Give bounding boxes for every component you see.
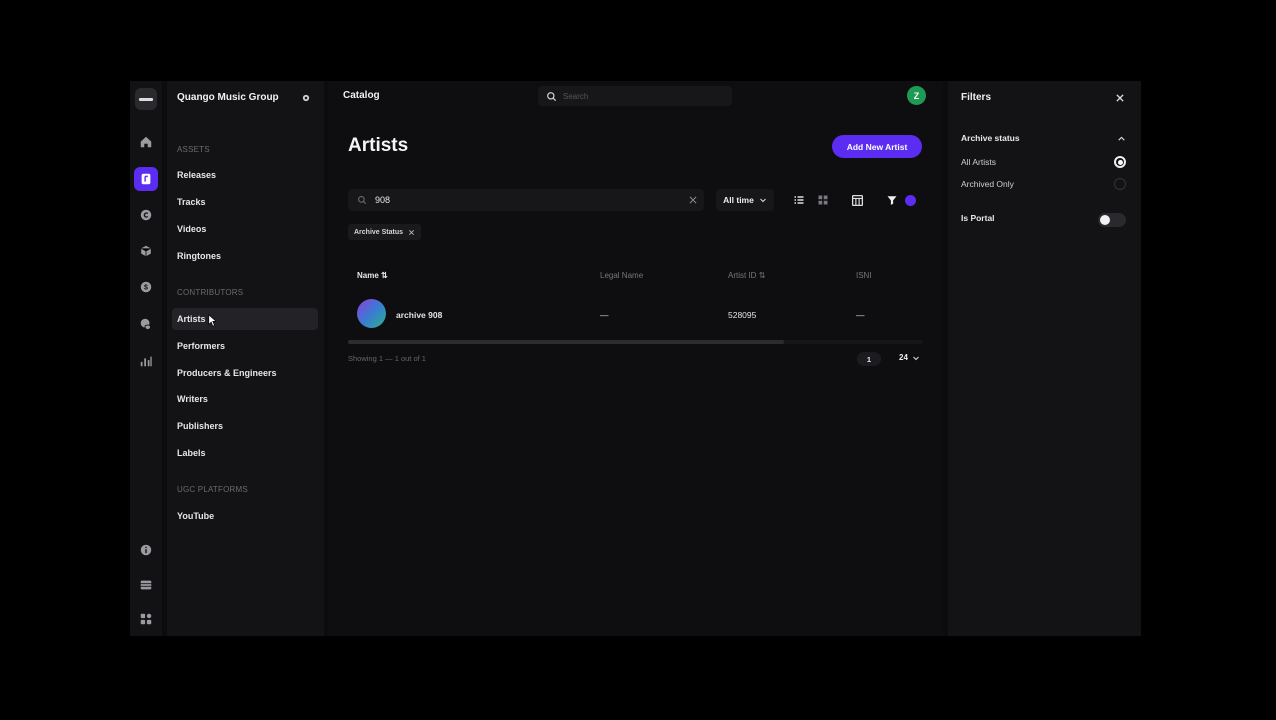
icon-rail: $ bbox=[130, 81, 162, 636]
info-icon[interactable] bbox=[134, 538, 158, 562]
sidebar: Quango Music Group ASSETS Releases Track… bbox=[167, 81, 324, 636]
main-content: Catalog Z Artists Add New Artist All tim… bbox=[328, 81, 943, 636]
add-new-artist-button[interactable]: Add New Artist bbox=[832, 135, 922, 158]
close-icon[interactable] bbox=[408, 229, 415, 236]
artist-avatar bbox=[357, 299, 386, 328]
list-icon bbox=[794, 196, 804, 204]
filters-panel: Filters Archive status All Artists Archi… bbox=[948, 81, 1141, 636]
grid-icon bbox=[818, 195, 828, 205]
shield-icon[interactable] bbox=[134, 312, 158, 336]
pagination-page[interactable]: 1 bbox=[857, 352, 881, 366]
chevron-up-icon[interactable] bbox=[1117, 134, 1126, 143]
radio-archived-only[interactable] bbox=[1114, 178, 1126, 190]
chevron-down-icon bbox=[759, 198, 766, 203]
filter-button[interactable] bbox=[884, 192, 900, 208]
sidebar-item-publishers[interactable]: Publishers bbox=[172, 415, 318, 437]
app-logo[interactable] bbox=[135, 88, 157, 110]
artist-id-cell: 528095 bbox=[728, 310, 757, 320]
sidebar-item-artists[interactable]: Artists bbox=[172, 308, 318, 330]
apps-icon[interactable] bbox=[134, 607, 158, 631]
is-portal-label: Is Portal bbox=[961, 213, 995, 223]
grid-view-button[interactable] bbox=[815, 192, 831, 208]
columns-button[interactable] bbox=[849, 192, 865, 208]
artist-search-input[interactable] bbox=[375, 195, 675, 205]
active-filter-indicator bbox=[905, 195, 916, 206]
chevron-down-icon bbox=[913, 356, 919, 360]
search-icon bbox=[547, 91, 557, 101]
legal-name-cell: — bbox=[600, 310, 609, 320]
column-header-artist-id[interactable]: Artist ID ⇅ bbox=[728, 271, 765, 280]
cube-icon[interactable] bbox=[134, 239, 158, 263]
search-input[interactable] bbox=[563, 91, 713, 101]
analytics-icon[interactable] bbox=[134, 349, 158, 373]
filter-chip[interactable]: Archive Status bbox=[348, 224, 422, 240]
columns-icon bbox=[851, 194, 863, 206]
column-header-legal-name[interactable]: Legal Name bbox=[600, 271, 643, 280]
search-icon bbox=[358, 196, 367, 205]
section-assets: ASSETS bbox=[177, 145, 210, 154]
section-contributors: CONTRIBUTORS bbox=[177, 288, 244, 297]
dollar-icon[interactable]: $ bbox=[134, 275, 158, 299]
svg-text:$: $ bbox=[144, 285, 148, 292]
scrollbar-thumb[interactable] bbox=[348, 340, 784, 344]
sidebar-item-ringtones[interactable]: Ringtones bbox=[172, 245, 318, 267]
column-header-name[interactable]: Name ⇅ bbox=[357, 271, 388, 280]
isni-cell: — bbox=[856, 310, 865, 320]
horizontal-scrollbar[interactable] bbox=[348, 340, 923, 344]
list-view-button[interactable] bbox=[791, 192, 807, 208]
sidebar-item-performers[interactable]: Performers bbox=[172, 335, 318, 357]
mouse-cursor bbox=[208, 314, 216, 327]
clear-icon[interactable] bbox=[688, 195, 698, 205]
close-icon[interactable] bbox=[1115, 93, 1125, 103]
results-count: Showing 1 — 1 out of 1 bbox=[348, 354, 426, 363]
is-portal-toggle[interactable] bbox=[1098, 213, 1126, 227]
page-title: Artists bbox=[348, 135, 409, 156]
time-filter-select[interactable]: All time bbox=[716, 189, 774, 211]
filter-chip-label: Archive Status bbox=[354, 228, 404, 236]
filters-title: Filters bbox=[961, 92, 992, 103]
sidebar-item-writers[interactable]: Writers bbox=[172, 388, 318, 410]
home-icon[interactable] bbox=[134, 130, 158, 154]
org-name[interactable]: Quango Music Group bbox=[177, 92, 279, 103]
sidebar-item-youtube[interactable]: YouTube bbox=[172, 505, 318, 527]
copyright-icon[interactable] bbox=[134, 203, 158, 227]
section-ugc-platforms: UGC PLATFORMS bbox=[177, 485, 248, 494]
avatar[interactable]: Z bbox=[907, 86, 926, 105]
table-icon[interactable] bbox=[134, 573, 158, 597]
column-header-isni[interactable]: ISNI bbox=[856, 271, 872, 280]
sidebar-item-labels[interactable]: Labels bbox=[172, 442, 318, 464]
breadcrumb: Catalog bbox=[343, 90, 380, 101]
filter-icon bbox=[887, 196, 897, 205]
table-row[interactable]: archive 908 — 528095 — bbox=[348, 295, 923, 333]
artist-name[interactable]: archive 908 bbox=[396, 310, 442, 320]
sidebar-item-producers-engineers[interactable]: Producers & Engineers bbox=[172, 362, 318, 384]
option-archived-only[interactable]: Archived Only bbox=[961, 179, 1014, 189]
catalog-icon[interactable] bbox=[134, 167, 158, 191]
sort-icon: ⇅ bbox=[758, 271, 766, 280]
sidebar-item-tracks[interactable]: Tracks bbox=[172, 191, 318, 213]
per-page-select[interactable]: 24 bbox=[899, 353, 920, 362]
gear-icon[interactable] bbox=[301, 93, 311, 103]
archive-status-label[interactable]: Archive status bbox=[961, 133, 1020, 143]
option-all-artists[interactable]: All Artists bbox=[961, 157, 996, 167]
global-search[interactable] bbox=[538, 86, 732, 106]
radio-all-artists[interactable] bbox=[1114, 156, 1126, 168]
sort-asc-icon: ⇅ bbox=[381, 271, 388, 280]
sidebar-item-videos[interactable]: Videos bbox=[172, 218, 318, 240]
sidebar-item-releases[interactable]: Releases bbox=[172, 164, 318, 186]
artist-search[interactable] bbox=[348, 189, 704, 211]
time-filter-value: All time bbox=[723, 195, 754, 205]
